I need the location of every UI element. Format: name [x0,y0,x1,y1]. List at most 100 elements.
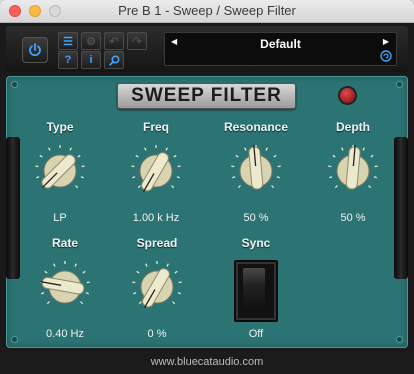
knob-tick [173,154,177,158]
knob-tick [166,263,169,267]
knob-tick [44,270,48,274]
rate-knob-graphic [40,261,90,305]
knob-tick [177,292,181,295]
knob-tick [82,270,86,274]
knob-tick [244,147,247,151]
knob-tick [362,147,365,151]
resonance-label: Resonance [223,120,289,134]
plugin-panel: SWEEP FILTER Type Freq Resonance Depth L… [6,76,408,348]
redo-icon: ↷ [132,35,142,48]
knob-tick [334,185,338,189]
plugin-title: SWEEP FILTER [131,85,282,106]
knob-tick [74,263,77,267]
knob-tick [276,176,280,179]
right-handle [394,137,408,279]
spread-knob-graphic [132,261,182,308]
help-icon: ? [64,54,72,66]
knob-tick [136,270,140,274]
sync-label: Sync [241,236,271,250]
knob-tick [332,154,336,158]
plugin-toolbar: ☰ ⚙ ↶ ↷ ? i ◀ Default ▶ [6,26,408,72]
knob-tick [80,176,84,179]
knob-tick [75,185,79,189]
knob-tick [53,263,56,267]
preset-selector[interactable]: ◀ Default ▶ [164,32,397,66]
footer-url[interactable]: www.bluecataudio.com [0,352,414,374]
knob-tick [46,301,50,305]
knob-tick [77,154,81,158]
settings-button[interactable]: ⚙ [81,32,101,50]
knob-tick [135,154,139,158]
settings-icon: ⚙ [86,35,96,48]
rate-label: Rate [51,236,78,250]
knob-tick [69,147,72,151]
knob-tick [133,292,137,295]
depth-knob[interactable] [327,144,379,196]
knob-tick [36,176,40,179]
spread-value: 0 % [147,328,167,340]
search-icon [108,54,120,66]
preset-name: Default [260,37,301,51]
activity-led [340,88,355,103]
info-icon: i [89,54,93,66]
freq-knob[interactable] [130,144,182,196]
knob-tick [41,292,45,295]
sync-value: Off [248,328,264,340]
knob-tick [132,176,136,179]
freq-knob-graphic [131,145,181,192]
knob-tick [165,147,168,151]
knob-tick [144,147,147,151]
depth-label: Depth [336,120,370,134]
knob-tick [368,185,372,189]
resonance-knob-graphic [231,145,281,190]
preset-sync-icon[interactable] [380,50,392,62]
left-handle [6,137,20,279]
type-knob[interactable] [34,144,86,196]
knob-tick [137,185,141,189]
info-button[interactable]: i [81,51,101,69]
knob-tick [373,176,377,179]
knob-tick [80,301,84,305]
screw-icon [12,337,17,342]
menu-button[interactable]: ☰ [58,32,78,50]
window-title: Pre B 1 - Sweep / Sweep Filter [118,3,296,18]
freq-label: Freq [142,120,169,134]
next-preset-icon[interactable]: ▶ [383,37,389,46]
depth-value: 50 % [340,212,366,224]
knob-tick [39,154,43,158]
power-icon [29,43,41,57]
screw-icon [397,337,402,342]
knob-tick [370,154,374,158]
knob-tick [145,263,148,267]
plugin-title-plate: SWEEP FILTER [117,83,296,109]
plugin-window: Pre B 1 - Sweep / Sweep Filter ☰ ⚙ ↶ ↷ ?… [0,0,414,374]
resonance-knob[interactable] [230,144,282,196]
undo-button[interactable]: ↶ [104,32,124,50]
type-knob-graphic [35,145,85,189]
type-label: Type [46,120,74,134]
screw-icon [12,82,17,87]
knob-tick [237,185,241,189]
knob-tick [329,176,333,179]
knob-tick [172,301,176,305]
knob-tick [232,176,236,179]
help-button[interactable]: ? [58,51,78,69]
spread-label: Spread [136,236,178,250]
knob-tick [171,185,175,189]
sync-switch[interactable] [234,260,278,322]
screw-icon [397,82,402,87]
type-value: LP [53,212,67,224]
spread-knob[interactable] [131,260,183,312]
redo-button[interactable]: ↷ [127,32,147,50]
knob-tick [265,147,268,151]
knob-tick [176,176,180,179]
depth-knob-graphic [328,145,378,190]
title-bar: Pre B 1 - Sweep / Sweep Filter [0,0,414,23]
search-button[interactable] [104,51,124,69]
power-button[interactable] [22,37,48,63]
knob-tick [273,154,277,158]
rate-value: 0.40 Hz [46,328,84,340]
rate-knob[interactable] [39,260,91,312]
knob-tick [271,185,275,189]
knob-tick [138,301,142,305]
